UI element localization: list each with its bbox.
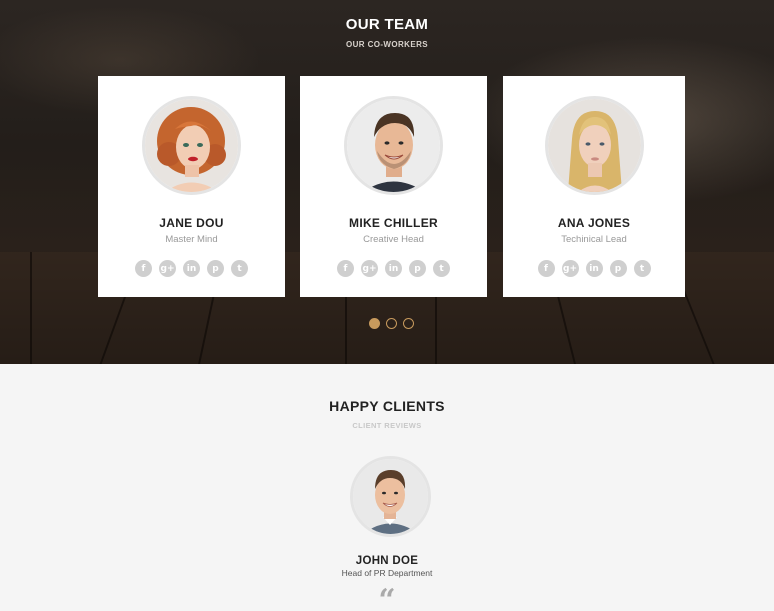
clients-title: HAPPY CLIENTS (329, 398, 445, 414)
carousel-pagination (369, 318, 414, 329)
team-section: OUR TEAM OUR CO-WORKERS JANE DOU Master … (0, 0, 774, 364)
linkedin-icon[interactable]: in (183, 260, 200, 277)
social-links: f g+ in p t (503, 260, 685, 277)
client-name: JOHN DOE (355, 555, 419, 567)
avatar-mike (344, 96, 443, 195)
facebook-icon[interactable]: f (135, 260, 152, 277)
social-links: f g+ in p t (98, 260, 285, 277)
twitter-icon[interactable]: t (231, 260, 248, 277)
avatar-jane (142, 96, 241, 195)
facebook-icon[interactable]: f (337, 260, 354, 277)
google-plus-icon[interactable]: g+ (361, 260, 378, 277)
member-name: MIKE CHILLER (349, 216, 438, 230)
team-title: OUR TEAM (345, 16, 429, 33)
pinterest-icon[interactable]: p (409, 260, 426, 277)
carousel-dot-1[interactable] (369, 318, 380, 329)
social-links: f g+ in p t (300, 260, 487, 277)
team-card-ana: ANA JONES Techinical Lead f g+ in p t (503, 76, 685, 297)
member-role: Master Mind (165, 234, 218, 245)
member-role: Creative Head (363, 234, 424, 245)
clients-section: HAPPY CLIENTS CLIENT REVIEWS JOHN DOE He… (0, 364, 774, 611)
client-role: Head of PR Department (341, 568, 433, 578)
avatar-john (350, 456, 431, 537)
member-name: JANE DOU (159, 216, 224, 230)
carousel-dot-2[interactable] (386, 318, 397, 329)
pinterest-icon[interactable]: p (207, 260, 224, 277)
team-subtitle: OUR CO-WORKERS (345, 40, 429, 49)
clients-subtitle: CLIENT REVIEWS (352, 421, 422, 430)
pinterest-icon[interactable]: p (609, 260, 627, 277)
team-card-mike: MIKE CHILLER Creative Head f g+ in p t (300, 76, 487, 297)
linkedin-icon[interactable]: in (585, 260, 603, 277)
google-plus-icon[interactable]: g+ (159, 260, 176, 277)
member-role: Techinical Lead (561, 234, 627, 245)
twitter-icon[interactable]: t (433, 260, 450, 277)
facebook-icon[interactable]: f (537, 260, 555, 277)
google-plus-icon[interactable]: g+ (561, 260, 579, 277)
linkedin-icon[interactable]: in (385, 260, 402, 277)
team-card-jane: JANE DOU Master Mind f g+ in p t (98, 76, 285, 297)
quote-icon: “ (378, 583, 396, 611)
carousel-dot-3[interactable] (403, 318, 414, 329)
member-name: ANA JONES (557, 216, 631, 230)
avatar-ana (545, 96, 644, 195)
twitter-icon[interactable]: t (633, 260, 651, 277)
